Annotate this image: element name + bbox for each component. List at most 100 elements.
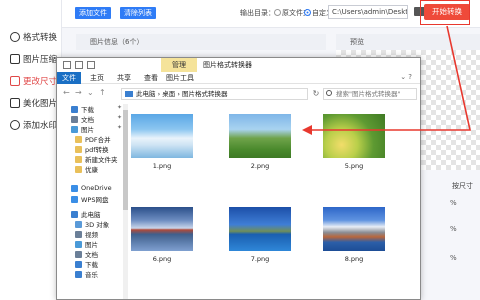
radio-selected-icon: [304, 9, 311, 16]
nav-item-label: WPS网盘: [81, 196, 109, 204]
file-thumbnail[interactable]: [323, 207, 385, 251]
folder-icon: [71, 115, 78, 123]
toolbar: 添加文件 清除列表 输出目录： 原文件夹 自定义 C:\Users\admin\…: [62, 0, 480, 28]
nav-item[interactable]: 音乐: [75, 269, 98, 279]
file-name[interactable]: 8.png: [323, 255, 385, 263]
resize-icon: [10, 76, 20, 86]
watermark-icon: [10, 120, 20, 130]
file-thumbnail[interactable]: [229, 207, 291, 251]
sidebar-item-label: 格式转换: [23, 33, 58, 43]
percent-label: %: [450, 254, 457, 262]
folder-small-icon[interactable]: [87, 61, 95, 69]
folder-icon: [71, 195, 78, 203]
preview-header: 预览: [336, 34, 480, 50]
nav-scrollbar-thumb[interactable]: [123, 110, 128, 210]
file-name[interactable]: 7.png: [229, 255, 291, 263]
nav-item[interactable]: 下载: [71, 104, 94, 114]
folder-icon: [75, 165, 82, 173]
sidebar-item-compress[interactable]: 图片压缩: [10, 53, 57, 65]
file-thumbnail[interactable]: [323, 114, 385, 158]
nav-item[interactable]: 文档: [75, 249, 98, 259]
nav-item-label: PDF合并: [85, 136, 111, 144]
nav-item-label: 音乐: [85, 271, 98, 279]
title-bar: 管理 图片格式转换器: [57, 58, 420, 72]
file-name[interactable]: 2.png: [229, 162, 291, 170]
nav-item[interactable]: OneDrive: [71, 184, 112, 192]
file-thumbnail[interactable]: [131, 207, 193, 251]
file-thumbnail[interactable]: [131, 114, 193, 158]
tab-file[interactable]: 文件: [57, 72, 81, 84]
up-arrow-icon[interactable]: ↑: [99, 88, 106, 97]
address-bar[interactable]: 此电脑 › 桌面 › 图片格式转换器: [121, 88, 308, 100]
refresh-icon[interactable]: ↻: [311, 88, 321, 100]
search-icon: [326, 90, 332, 96]
folder-icon: [75, 240, 82, 248]
nav-item[interactable]: 下载: [75, 259, 98, 269]
folder-icon: [71, 210, 78, 218]
nav-item[interactable]: 图片: [75, 239, 98, 249]
nav-item[interactable]: 此电脑: [71, 209, 101, 219]
folder-icon: [71, 125, 78, 133]
file-name[interactable]: 1.png: [131, 162, 193, 170]
expand-ribbon-icon[interactable]: ⌄ ?: [400, 73, 412, 81]
forward-arrow-icon[interactable]: →: [75, 88, 82, 97]
nav-item-label: 3D 对象: [85, 221, 110, 229]
folder-icon: [71, 184, 78, 192]
start-button-highlight: [420, 0, 470, 25]
pin-icon: ✦: [117, 114, 123, 121]
breadcrumb-item[interactable]: 图片格式转换器: [182, 90, 228, 98]
quick-access-icon[interactable]: [63, 61, 71, 69]
sidebar-item-label: 更改尺寸: [23, 77, 58, 87]
nav-item[interactable]: pdf转换: [75, 144, 109, 154]
tab-share[interactable]: 共享: [112, 72, 136, 84]
address-row: ← → ⌄ ↑ 此电脑 › 桌面 › 图片格式转换器 ↻ 搜索"图片格式转换器": [57, 86, 420, 102]
radio-icon: [274, 9, 281, 16]
nav-item-label: 视频: [85, 231, 98, 239]
folder-icon: [75, 250, 82, 258]
file-name[interactable]: 5.png: [323, 162, 385, 170]
search-input[interactable]: 搜索"图片格式转换器": [323, 88, 417, 100]
recent-chevron-icon[interactable]: ⌄: [87, 88, 94, 97]
nav-item-label: 文档: [81, 116, 94, 124]
properties-icon[interactable]: [75, 61, 83, 69]
output-path-field[interactable]: C:\Users\admin\Deskto: [328, 5, 408, 19]
nav-item[interactable]: WPS网盘: [71, 194, 108, 204]
back-arrow-icon[interactable]: ←: [63, 88, 70, 97]
nav-item[interactable]: 优康: [75, 164, 98, 174]
folder-icon: [75, 155, 82, 163]
tab-view[interactable]: 查看: [139, 72, 163, 84]
folder-icon: [75, 220, 82, 228]
sidebar-item-resize[interactable]: 更改尺寸: [10, 75, 57, 87]
nav-item[interactable]: 文档: [71, 114, 94, 124]
tab-picture-tools[interactable]: 图片工具: [163, 72, 197, 84]
manage-tab[interactable]: 管理: [161, 58, 197, 72]
nav-item-label: 图片: [81, 126, 94, 134]
palette-icon: [10, 98, 20, 108]
sidebar-item-format[interactable]: 格式转换: [10, 31, 57, 43]
sidebar-item-label: 图片压缩: [23, 55, 58, 65]
tab-home[interactable]: 主页: [85, 72, 109, 84]
breadcrumb-item[interactable]: 此电脑: [136, 90, 156, 98]
nav-item[interactable]: 新建文件夹: [75, 154, 118, 164]
folder-icon: [75, 260, 82, 268]
resize-by-size-label: 按尺寸: [452, 182, 473, 190]
image-info-header: 图片信息（6个）: [76, 34, 326, 50]
nav-item[interactable]: PDF合并: [75, 134, 111, 144]
file-name[interactable]: 6.png: [131, 255, 193, 263]
sidebar-item-label: 美化图片: [23, 99, 58, 109]
breadcrumb-item[interactable]: 桌面: [162, 90, 175, 98]
clear-list-button[interactable]: 清除列表: [120, 7, 156, 19]
sidebar-item-beautify[interactable]: 美化图片: [10, 97, 57, 109]
nav-item[interactable]: 视频: [75, 229, 98, 239]
computer-icon: [125, 91, 133, 97]
nav-item-label: 下载: [85, 261, 98, 269]
nav-item-label: pdf转换: [85, 146, 109, 154]
nav-item[interactable]: 3D 对象: [75, 219, 109, 229]
add-file-button[interactable]: 添加文件: [75, 7, 111, 19]
file-grid: 1.png 2.png 5.png 6.png 7.png 8.png: [131, 104, 420, 299]
file-thumbnail[interactable]: [229, 114, 291, 158]
sidebar-item-watermark[interactable]: 添加水印: [10, 119, 57, 131]
nav-item-label: 新建文件夹: [85, 156, 118, 164]
ribbon: 文件 主页 共享 查看 图片工具 ⌄ ?: [57, 72, 420, 84]
nav-item[interactable]: 图片: [71, 124, 94, 134]
